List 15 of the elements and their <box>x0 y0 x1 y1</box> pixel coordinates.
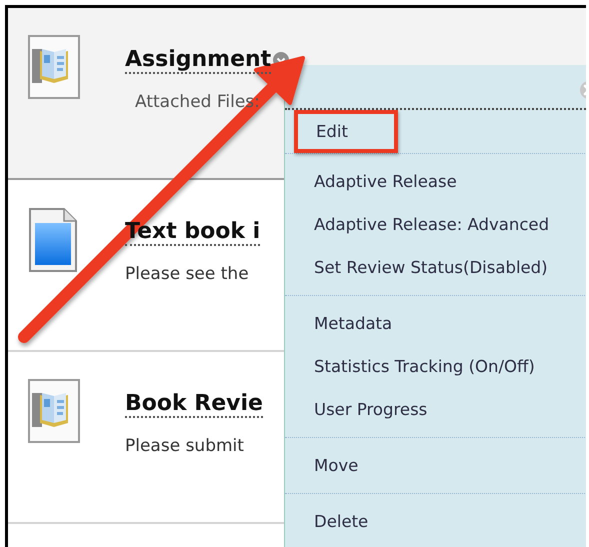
menu-item[interactable]: Adaptive Release: Advanced <box>285 203 586 246</box>
menu-item[interactable]: Edit <box>294 110 398 153</box>
menu-item[interactable]: Delete <box>285 500 586 543</box>
document-icon <box>28 207 78 273</box>
menu-item[interactable]: Adaptive Release <box>285 160 586 203</box>
menu-item[interactable]: Metadata <box>285 302 586 345</box>
menu-item[interactable]: User Progress <box>285 388 586 431</box>
item-title[interactable]: Book Revie <box>125 390 263 418</box>
book-icon <box>28 379 80 443</box>
menu-item[interactable]: Set Review Status(Disabled) <box>285 246 586 289</box>
item-description: Please submit <box>125 436 245 456</box>
item-description: Please see the <box>125 264 250 284</box>
menu-item[interactable]: Statistics Tracking (On/Off) <box>285 345 586 388</box>
book-icon <box>28 35 80 99</box>
menu-item[interactable]: Move <box>285 444 586 487</box>
